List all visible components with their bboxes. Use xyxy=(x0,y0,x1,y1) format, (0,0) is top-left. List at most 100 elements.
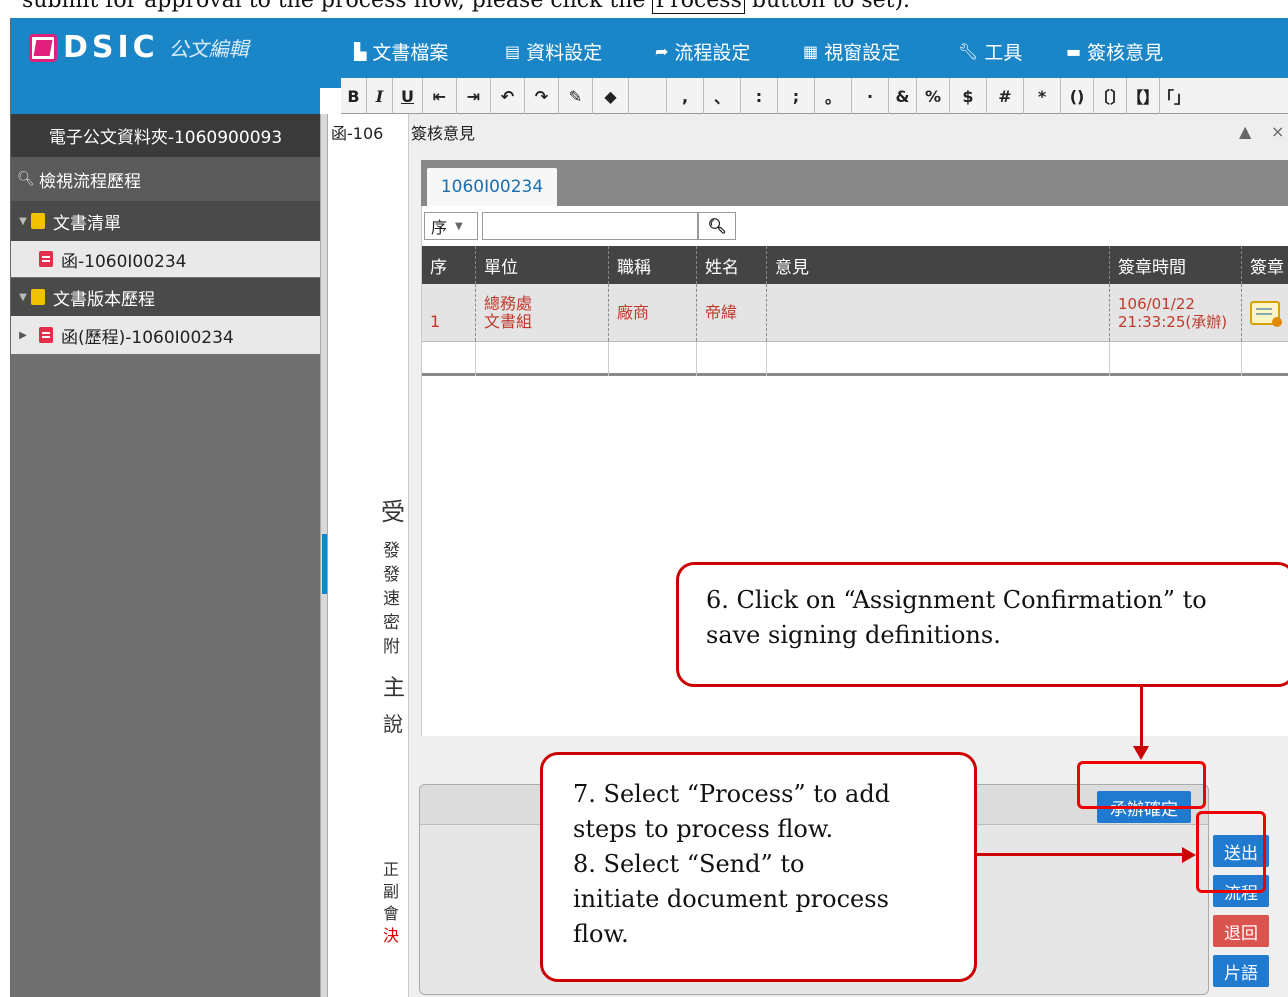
caption-text: submit for approval to the process flow,… xyxy=(22,0,910,14)
cell-time: 106/01/22 21:33:25(承辦) xyxy=(1110,284,1242,341)
tag-icon[interactable]: ◆ xyxy=(593,78,629,114)
column-header[interactable]: 單位 xyxy=(476,246,609,284)
column-header[interactable]: 序 xyxy=(422,246,476,284)
empty-cell xyxy=(767,342,1110,376)
document-tab-label[interactable]: 函-106 xyxy=(331,120,383,144)
folder-icon xyxy=(31,289,45,305)
folder-icon xyxy=(31,213,45,229)
punct-middle-dot[interactable]: · xyxy=(852,78,889,114)
certificate-icon[interactable] xyxy=(1250,300,1282,327)
menu-sign-opinion[interactable]: ▬ 簽核意見 xyxy=(1066,38,1163,65)
column-header[interactable]: 職稱 xyxy=(609,246,697,284)
punct-comma[interactable]: , xyxy=(667,78,704,114)
punct-ampersand[interactable]: & xyxy=(889,78,917,114)
sidebar-item-version-history[interactable]: ▼ 文書版本歷程 xyxy=(11,278,320,316)
punct-hash[interactable]: # xyxy=(987,78,1024,114)
redo-icon[interactable]: ↷ xyxy=(525,78,559,114)
panel-title: 簽核意見 xyxy=(411,124,476,143)
arrow-head-down-icon xyxy=(1133,746,1149,760)
tab-bar: 1060I00234 xyxy=(421,160,1288,206)
doc-char: 說 xyxy=(383,712,403,736)
callout-step7-8: 7. Select “Process” to add steps to proc… xyxy=(540,752,977,982)
sidebar-item-view-history[interactable]: 🔍︎ 檢視流程歷程 xyxy=(11,157,320,201)
column-header[interactable]: 簽章時間 xyxy=(1110,246,1242,284)
menu-file[interactable]: ▙ 文書檔案 xyxy=(354,38,448,65)
empty-cell xyxy=(422,342,476,376)
logo-mark-icon xyxy=(29,33,57,62)
logo-area: DSIC 公文編輯 xyxy=(11,18,320,114)
sidebar-item-doc-list[interactable]: ▼ 文書清單 xyxy=(11,201,320,241)
tab-document[interactable]: 1060I00234 xyxy=(427,168,557,206)
menu-process-settings[interactable]: ➦ 流程設定 xyxy=(655,38,750,65)
pencil-icon[interactable]: ✎ xyxy=(559,78,593,114)
italic-button[interactable]: I xyxy=(367,78,393,114)
chevron-down-icon: ▼ xyxy=(19,291,27,303)
outdent-icon[interactable]: ⇤ xyxy=(423,78,457,114)
underline-button[interactable]: U xyxy=(393,78,423,114)
chevron-down-icon: ▼ xyxy=(19,215,27,227)
highlight-send-process xyxy=(1196,811,1266,893)
menu-data-settings[interactable]: ▤ 資料設定 xyxy=(505,38,602,65)
doc-char: 正 xyxy=(383,860,400,879)
punct-colon[interactable]: : xyxy=(741,78,778,114)
menu-tools[interactable]: 🔧︎ 工具 xyxy=(958,38,1022,65)
punct-lenticular-brackets[interactable]: 【】 xyxy=(1127,78,1160,114)
cell-title: 廠商 xyxy=(609,284,697,341)
column-header[interactable]: 意見 xyxy=(767,246,1110,284)
menu-window-settings[interactable]: ▦ 視窗設定 xyxy=(803,38,900,65)
arrow-head-right-icon xyxy=(1182,847,1196,863)
file-icon: ▙ xyxy=(354,42,367,61)
sidebar-item-label: 檢視流程歷程 xyxy=(39,171,141,192)
punct-tortoise-brackets[interactable]: 〔〕 xyxy=(1094,78,1127,114)
highlight-confirm xyxy=(1077,761,1206,809)
punct-dollar[interactable]: $ xyxy=(950,78,987,114)
punct-period[interactable]: 。 xyxy=(815,78,852,114)
panel-header: 簽核意見 ▲ × xyxy=(409,114,1288,150)
search-input[interactable] xyxy=(482,212,698,240)
arrow-step6 xyxy=(1140,687,1143,751)
logo-text: DSIC xyxy=(63,30,159,65)
share-arrow-icon: ➦ xyxy=(655,42,669,61)
doc-char: 附 xyxy=(383,637,400,657)
doc-char: 發 xyxy=(383,541,400,561)
empty-cell xyxy=(1110,342,1242,376)
column-header[interactable]: 姓名 xyxy=(697,246,767,284)
cell-seal[interactable] xyxy=(1242,284,1288,341)
punct-parens[interactable]: () xyxy=(1061,78,1094,114)
callout-line: steps to process flow. xyxy=(573,815,834,843)
punct-percent[interactable]: % xyxy=(917,78,950,114)
close-icon[interactable]: × xyxy=(1271,122,1284,141)
list-icon: ▤ xyxy=(505,42,521,61)
app-logo: DSIC 公文編輯 xyxy=(29,30,249,65)
callout-step6: 6. Click on “Assignment Confirmation” to… xyxy=(676,562,1288,687)
callout-line: 6. Click on “Assignment Confirmation” to xyxy=(706,586,1207,614)
sidebar-item-doc[interactable]: 函-1060I00234 xyxy=(11,241,320,277)
undo-icon[interactable]: ↶ xyxy=(491,78,525,114)
punct-semicolon[interactable]: ; xyxy=(778,78,815,114)
return-button[interactable]: 退回 xyxy=(1213,915,1269,947)
cell-name: 帝緯 xyxy=(697,284,767,341)
punct-asterisk[interactable]: * xyxy=(1024,78,1061,114)
cell-opinion xyxy=(767,284,1110,341)
column-header[interactable]: 簽章 xyxy=(1242,246,1288,284)
collapse-icon[interactable]: ▲ xyxy=(1239,122,1251,141)
search-button[interactable]: 🔍︎ xyxy=(698,212,736,240)
instruction-caption: submit for approval to the process flow,… xyxy=(0,0,1288,18)
doc-char: 受 xyxy=(381,498,405,526)
phrase-button[interactable]: 片語 xyxy=(1213,955,1269,987)
indent-icon[interactable]: ⇥ xyxy=(457,78,491,114)
punct-enum-comma[interactable]: 、 xyxy=(704,78,741,114)
arrow-step7-8 xyxy=(977,853,1185,856)
sidebar-splitter[interactable] xyxy=(320,114,328,997)
table-row[interactable]: 1 總務處 文書組 廠商 帝緯 106/01/22 21:33:25(承辦) xyxy=(422,284,1288,342)
doc-char: 主 xyxy=(383,676,406,701)
bold-button[interactable]: B xyxy=(341,78,367,114)
empty-cell xyxy=(476,342,609,376)
splitter-grip[interactable] xyxy=(322,534,327,594)
folder-title: 電子公文資料夾-1060900093 xyxy=(11,114,320,157)
punct-corner-brackets[interactable]: 「」 xyxy=(1158,78,1190,114)
sidebar-item-version[interactable]: ▶ 函(歷程)-1060I00234 xyxy=(11,316,320,354)
seq-select[interactable]: 序 ▼ xyxy=(424,212,478,240)
caption-boxed-word: Process xyxy=(652,0,745,14)
doc-char: 發 xyxy=(383,565,400,585)
